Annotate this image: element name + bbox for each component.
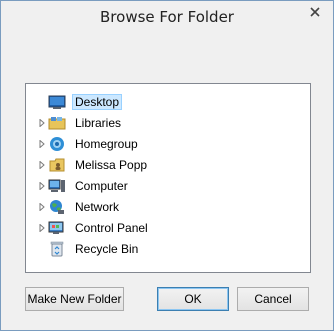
ok-button[interactable]: OK [157, 287, 229, 311]
close-button[interactable] [303, 2, 327, 21]
expand-arrow-icon[interactable] [38, 155, 46, 175]
desktop-icon [48, 94, 66, 110]
tree-item-homegroup[interactable]: Homegroup [26, 134, 141, 154]
tree-expander-spacer [38, 239, 46, 259]
tree-item-label: Recycle Bin [75, 242, 139, 256]
libraries-icon [48, 115, 66, 131]
tree-expander-spacer [38, 92, 46, 112]
expand-arrow-icon[interactable] [38, 113, 46, 133]
tree-item-desktop[interactable]: Desktop [26, 92, 123, 112]
folder-tree[interactable]: Desktop Libraries Homegroup Melissa Popp… [25, 83, 311, 273]
dialog-title: Browse For Folder [100, 8, 234, 26]
tree-item-network[interactable]: Network [26, 197, 122, 217]
tree-item-user-folder[interactable]: Melissa Popp [26, 155, 150, 175]
network-icon [48, 199, 66, 215]
tree-item-label: Homegroup [75, 137, 138, 151]
tree-item-label: Desktop [72, 94, 123, 110]
tree-item-recycle-bin[interactable]: Recycle Bin [26, 239, 141, 259]
tree-item-label: Network [75, 200, 120, 214]
tree-item-computer[interactable]: Computer [26, 176, 131, 196]
make-new-folder-button[interactable]: Make New Folder [25, 287, 124, 311]
user-folder-icon [48, 157, 66, 173]
expand-arrow-icon[interactable] [38, 176, 46, 196]
title-bar: Browse For Folder [1, 1, 333, 33]
expand-arrow-icon[interactable] [38, 134, 46, 154]
cancel-button[interactable]: Cancel [237, 287, 309, 311]
computer-icon [48, 178, 66, 194]
tree-item-control-panel[interactable]: Control Panel [26, 218, 151, 238]
expand-arrow-icon[interactable] [38, 197, 46, 217]
tree-item-label: Melissa Popp [75, 158, 148, 172]
tree-item-label: Libraries [75, 116, 122, 130]
browse-for-folder-dialog: Browse For Folder Desktop Libraries Home… [0, 0, 334, 331]
tree-item-label: Control Panel [75, 221, 148, 235]
control-panel-icon [48, 220, 66, 236]
homegroup-icon [48, 136, 66, 152]
tree-item-libraries[interactable]: Libraries [26, 113, 124, 133]
expand-arrow-icon[interactable] [38, 218, 46, 238]
recycle-bin-icon [48, 241, 66, 257]
tree-item-label: Computer [75, 179, 128, 193]
close-icon [310, 6, 320, 17]
